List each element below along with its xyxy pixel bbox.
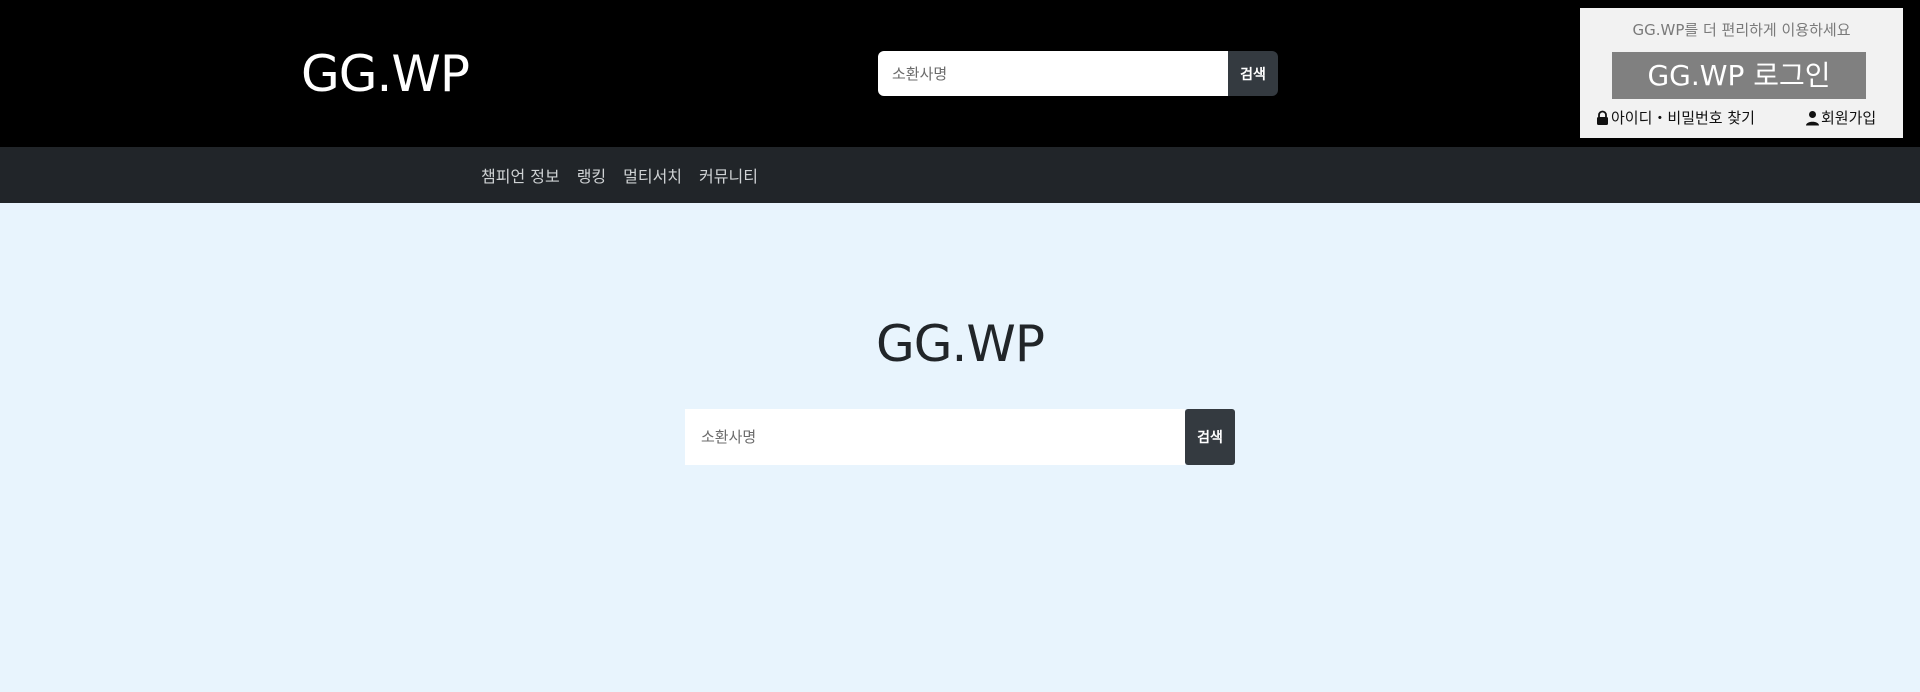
signup-link[interactable]: 회원가입 [1805, 106, 1876, 130]
login-links: 아이디・비밀번호 찾기 회원가입 [1580, 106, 1903, 130]
site-logo[interactable]: GG.WP [301, 44, 470, 104]
header-search-button[interactable]: 검색 [1228, 51, 1278, 96]
top-header: GG.WP 검색 GG.WP를 더 편리하게 이용하세요 GG.WP 로그인 아… [0, 0, 1920, 147]
nav-item-champion-info[interactable]: 챔피언 정보 [481, 163, 560, 187]
main-search-form: 검색 [685, 409, 1235, 465]
nav-item-community[interactable]: 커뮤니티 [699, 163, 758, 187]
main-search-button[interactable]: 검색 [1185, 409, 1235, 465]
main-nav: 챔피언 정보 랭킹 멀티서치 커뮤니티 [0, 147, 1920, 203]
nav-item-ranking[interactable]: 랭킹 [577, 163, 606, 187]
login-button[interactable]: GG.WP 로그인 [1612, 52, 1866, 99]
main-title: GG.WP [876, 315, 1045, 373]
header-search-form: 검색 [878, 51, 1278, 96]
main-search-input[interactable] [685, 409, 1185, 465]
user-icon [1805, 110, 1820, 126]
login-subtitle: GG.WP를 더 편리하게 이용하세요 [1632, 21, 1851, 39]
find-account-link[interactable]: 아이디・비밀번호 찾기 [1595, 106, 1755, 130]
lock-icon [1595, 110, 1610, 126]
signup-label: 회원가입 [1821, 109, 1877, 127]
nav-items: 챔피언 정보 랭킹 멀티서치 커뮤니티 [481, 147, 775, 203]
find-account-label: 아이디・비밀번호 찾기 [1611, 109, 1755, 127]
header-search-input[interactable] [878, 51, 1228, 96]
nav-item-multi-search[interactable]: 멀티서치 [623, 163, 682, 187]
login-box: GG.WP를 더 편리하게 이용하세요 GG.WP 로그인 아이디・비밀번호 찾… [1580, 8, 1903, 138]
